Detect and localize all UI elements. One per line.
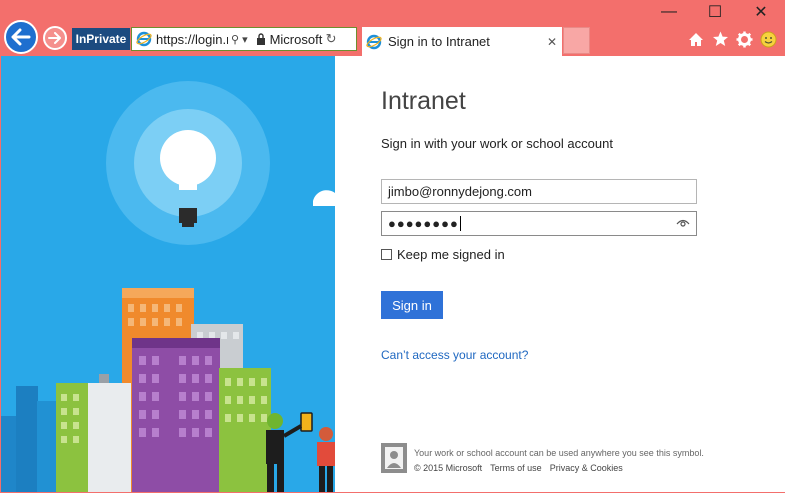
- maximize-button[interactable]: ☐: [692, 0, 738, 24]
- gear-icon[interactable]: [734, 29, 754, 49]
- tab-sign-in[interactable]: Sign in to Intranet ✕: [362, 27, 562, 56]
- forward-button[interactable]: [43, 26, 67, 50]
- minimize-button[interactable]: —: [646, 0, 692, 24]
- back-button[interactable]: [4, 20, 38, 54]
- work-account-badge-icon: [381, 443, 407, 473]
- password-field[interactable]: ●●●●●●●●: [381, 211, 697, 236]
- arrow-left-icon: [11, 28, 31, 46]
- keep-signed-in[interactable]: Keep me signed in: [381, 247, 505, 262]
- search-icon[interactable]: ⚲: [231, 33, 239, 46]
- address-bar[interactable]: https://login.microsoftonline.com ⚲ ▾ Mi…: [131, 27, 357, 51]
- privacy-cookies-link[interactable]: Privacy & Cookies: [550, 463, 623, 473]
- sign-in-subtitle: Sign in with your work or school account: [381, 136, 613, 151]
- sign-in-button[interactable]: Sign in: [381, 291, 443, 319]
- terms-of-use-link[interactable]: Terms of use: [490, 463, 542, 473]
- keep-signed-in-checkbox[interactable]: [381, 249, 392, 260]
- close-window-button[interactable]: ✕: [738, 0, 784, 24]
- lock-icon[interactable]: [256, 33, 266, 45]
- city-lightbulb-illustration: [1, 81, 335, 492]
- text-caret: [459, 216, 461, 231]
- footer-note: Your work or school account can be used …: [414, 448, 704, 458]
- close-tab-icon[interactable]: ✕: [542, 35, 562, 49]
- page-content: Intranet Sign in with your work or schoo…: [0, 56, 785, 493]
- username-value: jimbo@ronnydejong.com: [388, 184, 532, 199]
- footer-links: © 2015 Microsoft Terms of use Privacy & …: [414, 463, 623, 473]
- home-icon[interactable]: [686, 29, 706, 49]
- ie-icon: [366, 34, 382, 49]
- cant-access-account-link[interactable]: Can’t access your account?: [381, 348, 528, 362]
- new-tab-button[interactable]: [563, 27, 590, 54]
- username-field[interactable]: jimbo@ronnydejong.com: [381, 179, 697, 204]
- sign-in-form: Intranet Sign in with your work or schoo…: [335, 56, 785, 492]
- copyright-text: © 2015 Microsoft: [414, 463, 483, 473]
- eye-icon[interactable]: [676, 217, 690, 229]
- url-text[interactable]: https://login.microsoftonline.com: [156, 32, 228, 47]
- page-title: Intranet: [381, 87, 466, 115]
- site-identity[interactable]: Microsoft: [270, 32, 324, 47]
- smiley-icon[interactable]: [758, 29, 778, 49]
- inprivate-badge: InPrivate: [72, 28, 130, 50]
- keep-signed-in-label: Keep me signed in: [397, 247, 505, 262]
- hero-illustration: [1, 56, 335, 492]
- arrow-right-icon: [48, 32, 61, 44]
- browser-chrome: — ☐ ✕ InPrivate https://login.microsofto…: [0, 0, 785, 56]
- password-value: ●●●●●●●●: [388, 216, 459, 231]
- dropdown-arrow-icon[interactable]: ▾: [242, 33, 248, 46]
- star-icon[interactable]: [710, 29, 730, 49]
- refresh-icon[interactable]: ↻: [326, 31, 337, 47]
- tab-title: Sign in to Intranet: [388, 34, 490, 49]
- ie-icon: [136, 31, 152, 47]
